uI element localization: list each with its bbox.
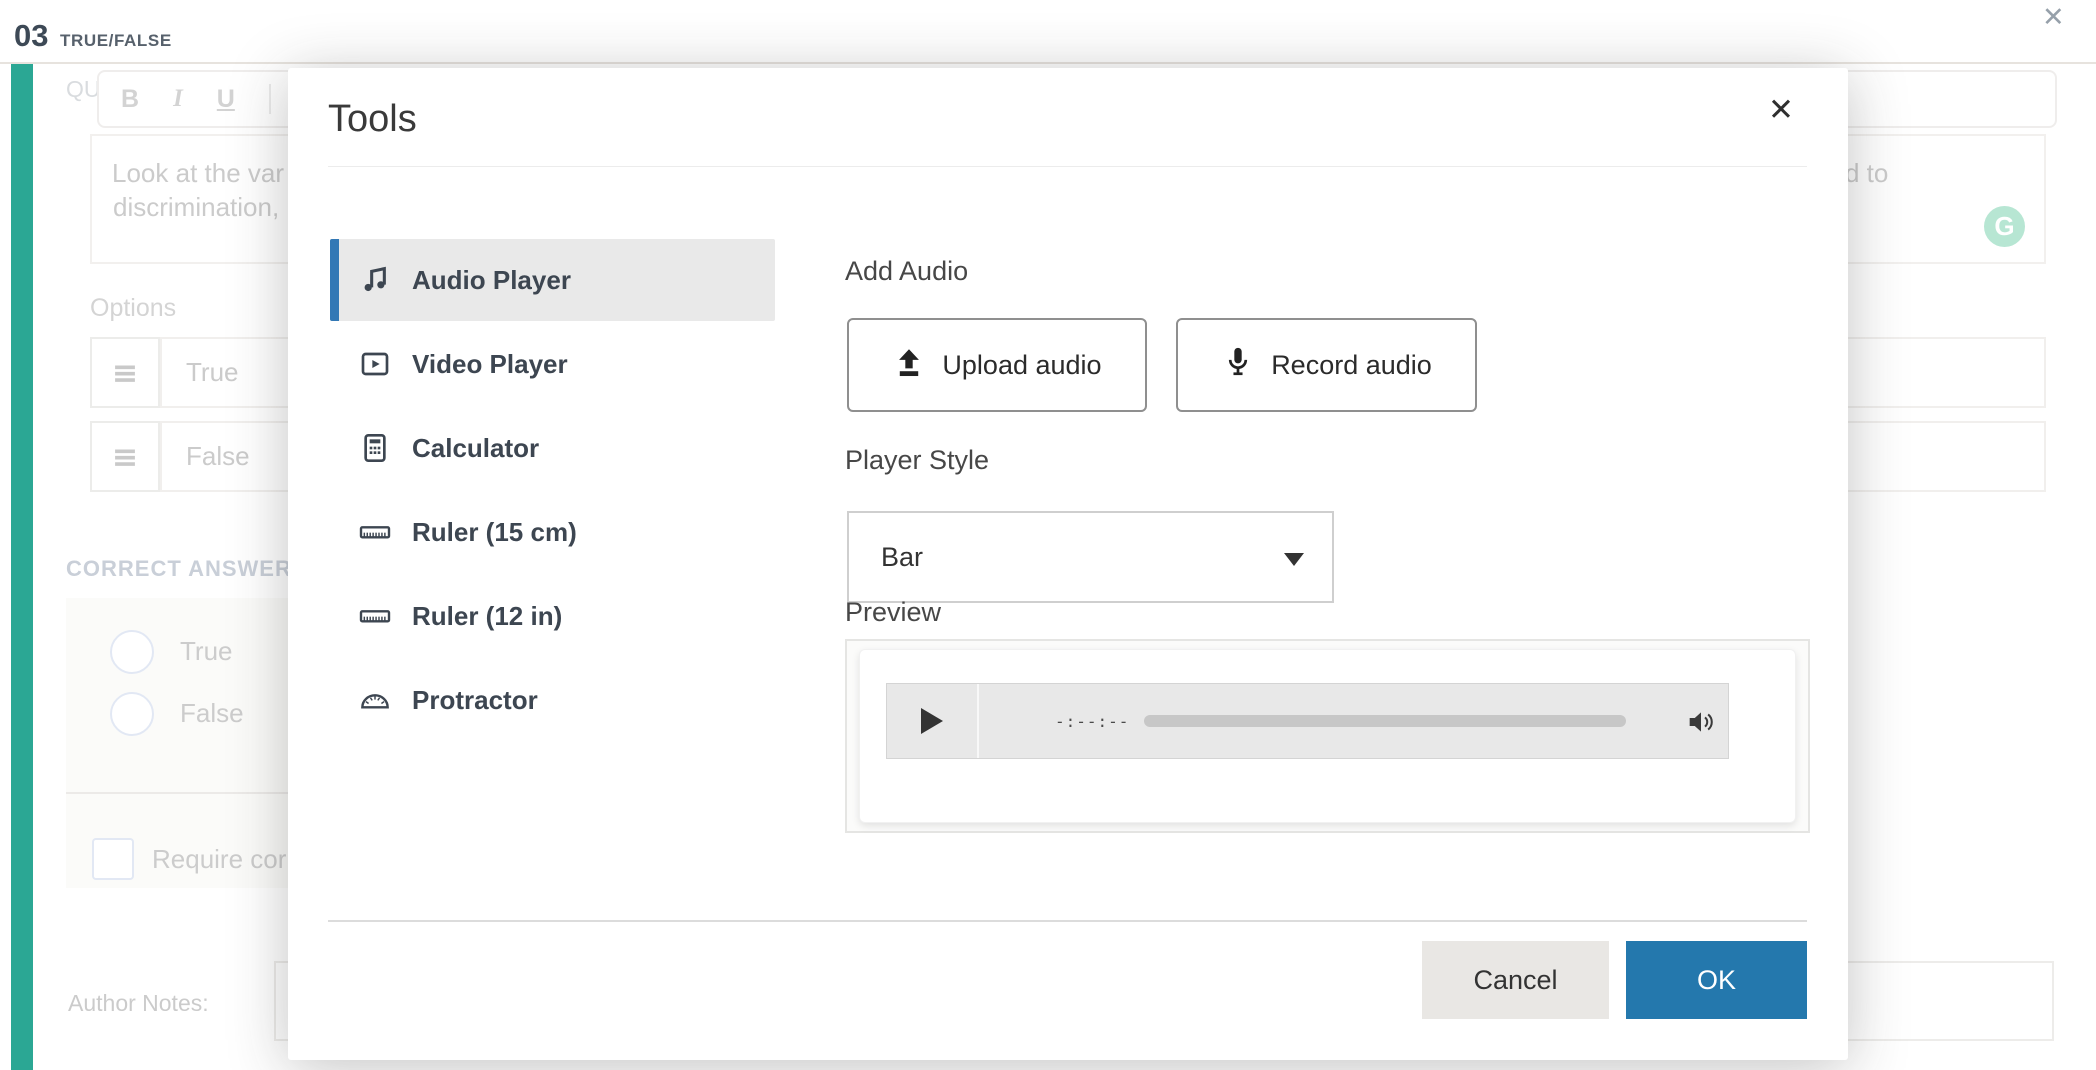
options-label: Options: [90, 294, 176, 323]
sidebar-item-label: Ruler (12 in): [412, 601, 562, 632]
radio-false: [110, 692, 154, 736]
play-icon: [921, 708, 943, 734]
require-checkbox-label: Require cor: [152, 844, 286, 875]
music-note-icon: [358, 263, 392, 297]
record-audio-button[interactable]: Record audio: [1176, 318, 1477, 412]
seek-bar[interactable]: [1144, 715, 1626, 727]
sidebar-item-ruler-15cm[interactable]: Ruler (15 cm): [330, 491, 775, 573]
preview-card: -:--:--: [859, 649, 1796, 823]
question-text-right-fragment: d to: [1845, 158, 1888, 189]
italic-button: I: [173, 85, 183, 113]
header-divider: [0, 62, 2096, 64]
question-accent-bar: [11, 64, 33, 1070]
sidebar-item-protractor[interactable]: Protractor: [330, 659, 775, 741]
correct-answer-label: CORRECT ANSWER: [66, 556, 292, 582]
hamburger-icon: [108, 356, 142, 390]
sidebar-item-label: Audio Player: [412, 265, 571, 296]
time-display: -:--:--: [1055, 684, 1129, 758]
question-section-label: QU: [66, 76, 101, 103]
require-checkbox: [92, 838, 134, 880]
screen: 03 TRUE/FALSE ✕ QU B I U A Look at the v…: [0, 0, 2096, 1070]
screen-close-icon[interactable]: ✕: [2042, 2, 2065, 33]
dialog-header-divider: [328, 166, 1807, 167]
sidebar-item-label: Video Player: [412, 349, 568, 380]
toolbar-separator: [269, 84, 271, 114]
sidebar-item-video-player[interactable]: Video Player: [330, 323, 775, 405]
player-style-select[interactable]: Bar: [847, 511, 1334, 603]
drag-handle: [90, 421, 160, 492]
dialog-title: Tools: [328, 98, 417, 141]
tools-sidebar: Audio Player Video Player Calculator Rul…: [330, 239, 775, 743]
radio-false-label: False: [180, 698, 244, 729]
section-divider: [66, 792, 288, 794]
protractor-icon: [358, 683, 392, 717]
drag-handle: [90, 337, 160, 408]
ok-button[interactable]: OK: [1626, 941, 1807, 1019]
grammarly-icon: G: [1984, 206, 2025, 247]
underline-button: U: [217, 85, 235, 114]
preview-container: -:--:--: [845, 639, 1810, 833]
sidebar-item-ruler-12in[interactable]: Ruler (12 in): [330, 575, 775, 657]
chevron-down-icon: [1284, 553, 1304, 566]
audio-player-bar: -:--:--: [886, 683, 1729, 759]
upload-audio-button[interactable]: Upload audio: [847, 318, 1147, 412]
video-player-icon: [358, 347, 392, 381]
play-button[interactable]: [887, 684, 979, 758]
player-style-heading: Player Style: [845, 445, 989, 476]
volume-icon[interactable]: [1684, 705, 1718, 739]
record-audio-label: Record audio: [1271, 350, 1432, 381]
dialog-footer-divider: [328, 920, 1807, 922]
microphone-icon: [1221, 345, 1255, 386]
ruler-icon: [358, 599, 392, 633]
radio-true-label: True: [180, 636, 233, 667]
upload-icon: [892, 345, 926, 386]
radio-true: [110, 630, 154, 674]
selected-indicator-bar: [330, 239, 339, 321]
player-style-value: Bar: [881, 542, 923, 573]
preview-heading: Preview: [845, 597, 941, 628]
calculator-icon: [358, 431, 392, 465]
ruler-icon: [358, 515, 392, 549]
sidebar-item-label: Protractor: [412, 685, 538, 716]
tools-dialog: Tools ✕ Audio Player Video Player: [288, 68, 1848, 1060]
dialog-close-icon[interactable]: ✕: [1768, 92, 1794, 128]
sidebar-item-calculator[interactable]: Calculator: [330, 407, 775, 489]
sidebar-item-audio-player[interactable]: Audio Player: [330, 239, 775, 321]
question-text-line1: Look at the var: [112, 158, 284, 189]
hamburger-icon: [108, 440, 142, 474]
bold-button: B: [121, 85, 139, 114]
sidebar-item-label: Ruler (15 cm): [412, 517, 577, 548]
upload-audio-label: Upload audio: [942, 350, 1101, 381]
add-audio-heading: Add Audio: [845, 256, 968, 287]
question-number: 03: [14, 18, 48, 54]
question-text-line2: discrimination,: [113, 192, 279, 223]
cancel-button[interactable]: Cancel: [1422, 941, 1609, 1019]
author-notes-label: Author Notes:: [68, 990, 209, 1017]
question-type-label: TRUE/FALSE: [60, 31, 172, 51]
sidebar-item-label: Calculator: [412, 433, 539, 464]
